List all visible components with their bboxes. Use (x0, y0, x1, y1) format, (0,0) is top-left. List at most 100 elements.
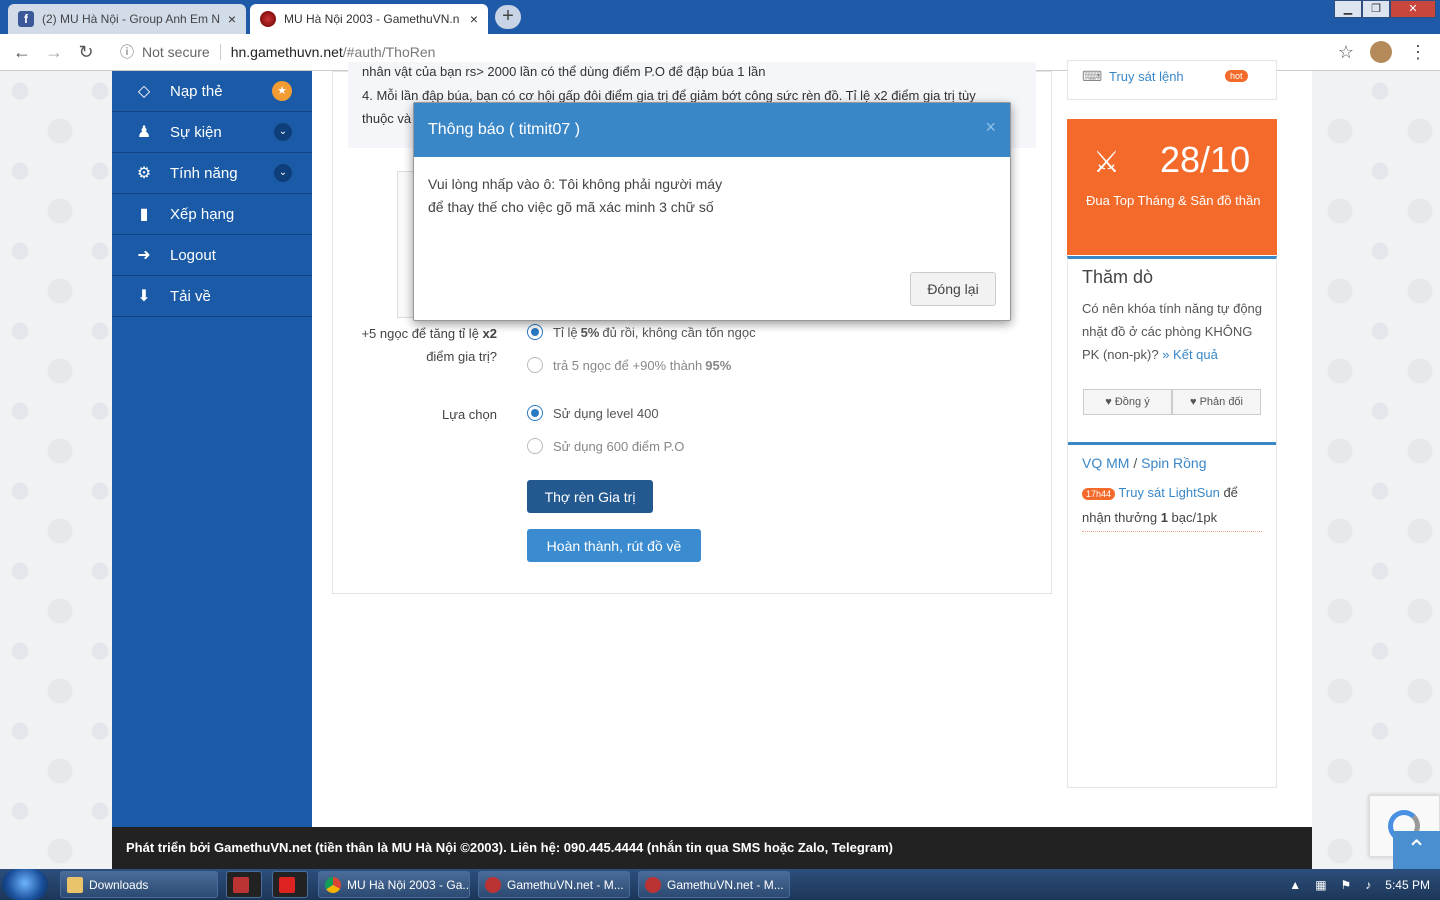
tab-close-icon[interactable]: × (228, 11, 236, 27)
logout-icon: ➜ (137, 247, 151, 264)
option-text: Tỉ lệ (553, 324, 578, 340)
scroll-top-button[interactable]: ⌃ (1393, 831, 1440, 869)
gamepad-icon: ⌨ (1082, 68, 1103, 84)
radio-checked[interactable] (527, 324, 543, 340)
back-button[interactable]: ← (6, 42, 38, 63)
promo-date: 28/10 (1160, 139, 1251, 180)
sidebar-item-nap-the[interactable]: ◇ Nạp thẻ ★ (112, 71, 312, 112)
windows-taskbar: Downloads MU Hà Nội 2003 - Ga... Gamethu… (0, 869, 1440, 900)
sidebar-item-label: Tải về (170, 287, 211, 305)
download-icon: ⬇ (137, 288, 151, 305)
note-line: nhân vật của bạn rs> 2000 lần có thể dùn… (362, 64, 766, 79)
star-badge-icon: ★ (272, 81, 292, 101)
folder-icon (67, 876, 83, 893)
sidebar-item-label: Tính năng (170, 164, 238, 182)
game-app-icon (279, 876, 295, 893)
profile-avatar[interactable] (1370, 41, 1392, 63)
mu-logo-icon (485, 876, 501, 893)
sidebar-item-label: Nạp thẻ (170, 82, 223, 100)
gem-label-text: +5 ngọc để tăng tỉ lệ (361, 326, 483, 341)
start-button[interactable] (2, 869, 48, 900)
tab-facebook[interactable]: f (2) MU Hà Nội - Group Anh Em N × (8, 4, 246, 34)
page-footer: Phát triển bởi GamethuVN.net (tiền thân … (112, 827, 1312, 869)
radio-unchecked[interactable] (527, 357, 543, 373)
warrior-icon: ⚔ (1093, 146, 1120, 179)
modal-close-button[interactable]: Đóng lại (910, 272, 996, 306)
mu-logo-icon (645, 876, 661, 893)
info-icon[interactable]: ⓘ (120, 42, 134, 62)
volume-icon[interactable]: ♪ (1365, 878, 1371, 892)
gem-option-pay-gem[interactable]: trả 5 ngọc để +90% thành 95% (527, 357, 731, 373)
option-text: Sử dụng level 400 (553, 405, 659, 421)
minimize-button[interactable]: ▁ (1334, 0, 1362, 18)
choice-label: Lựa chọn (442, 407, 497, 422)
finish-button[interactable]: Hoàn thành, rút đồ về (527, 529, 701, 562)
sidebar-item-tai-ve[interactable]: ⬇ Tải về (112, 276, 312, 317)
maximize-button[interactable]: ❐ (1362, 0, 1390, 18)
tab-title: MU Hà Nội 2003 - GamethuVN.n (284, 12, 460, 26)
sidebar-item-logout[interactable]: ➜ Logout (112, 235, 312, 276)
network-icon[interactable]: ▦ (1315, 878, 1326, 892)
poll-title: Thăm dò (1082, 267, 1154, 287)
radio-checked[interactable] (527, 405, 543, 421)
window-controls: ▁ ❐ ✕ (1334, 0, 1436, 18)
taskbar-gamethuvn-1[interactable]: GamethuVN.net - M... (478, 871, 630, 898)
truy-sat-link[interactable]: Truy sát lệnh (1109, 69, 1184, 84)
forward-button[interactable]: → (38, 42, 70, 63)
sidebar-item-xep-hang[interactable]: ▮ Xếp hạng (112, 194, 312, 235)
option-text: trả 5 ngọc để +90% thành (553, 357, 703, 373)
modal-title: Thông báo ( titmit07 ) (428, 121, 581, 138)
modal-line: để thay thế cho việc gõ mã xác minh 3 ch… (428, 199, 714, 215)
taskbar-chrome[interactable]: MU Hà Nội 2003 - Ga... (318, 871, 470, 898)
modal-body: Vui lòng nhấp vào ô: Tôi không phải ngườ… (414, 157, 1010, 235)
sidebar-item-label: Logout (170, 246, 216, 264)
taskbar-app-mu[interactable] (226, 871, 262, 898)
close-window-button[interactable]: ✕ (1390, 0, 1436, 18)
bookmark-star-icon[interactable]: ☆ (1330, 42, 1362, 63)
vq-separator: / (1129, 455, 1142, 471)
poll-result-link[interactable]: » Kết quả (1162, 347, 1218, 362)
tray-arrow-icon[interactable]: ▲ (1289, 878, 1301, 892)
taskbar-downloads[interactable]: Downloads (60, 871, 218, 898)
sidebar-item-su-kien[interactable]: ♟ Sự kiện ⌄ (112, 112, 312, 153)
event-link[interactable]: Truy sát LightSun (1118, 485, 1219, 500)
chrome-icon (325, 876, 341, 893)
flag-icon[interactable]: ⚑ (1341, 878, 1352, 892)
bar-chart-icon: ▮ (139, 206, 149, 223)
taskbar-label: Downloads (89, 877, 149, 892)
option-bold: 95% (705, 357, 732, 373)
poll-disagree-button[interactable]: ♥ Phản đối (1172, 389, 1261, 415)
chevron-down-icon: ⌄ (274, 123, 292, 141)
sidebar-item-label: Xếp hạng (170, 205, 235, 223)
close-icon[interactable]: × (985, 117, 996, 138)
taskbar-label: GamethuVN.net - M... (507, 877, 624, 892)
taskbar-label: MU Hà Nội 2003 - Ga... (347, 877, 470, 892)
modal-header: Thông báo ( titmit07 ) × (414, 103, 1010, 157)
security-label: Not secure (142, 44, 221, 60)
browser-menu-icon[interactable]: ⋮ (1402, 42, 1434, 63)
promo-banner[interactable]: ⚔ 28/10 Đua Top Tháng & Săn đồ thần (1067, 119, 1277, 255)
reload-button[interactable]: ↻ (70, 42, 102, 63)
sidebar-item-tinh-nang[interactable]: ⚙ Tính năng ⌄ (112, 153, 312, 194)
clock[interactable]: 5:45 PM (1385, 878, 1430, 892)
gem-option-no-gem[interactable]: Tỉ lệ 5% đủ rồi, không cần tốn ngọc (527, 324, 756, 340)
new-tab-button[interactable]: + (495, 5, 521, 29)
event-entry: 17h44 Truy sát LightSun để nhận thưởng 1… (1082, 481, 1262, 532)
event-text: bạc/1pk (1167, 510, 1218, 525)
gears-icon: ⚙ (136, 165, 152, 182)
taskbar-app-game[interactable] (272, 871, 308, 898)
option-bold: 5% (580, 324, 600, 340)
choice-option-level[interactable]: Sử dụng level 400 (527, 405, 659, 421)
choice-option-po[interactable]: Sử dụng 600 điểm P.O (527, 438, 684, 454)
spin-rong-link[interactable]: Spin Rồng (1141, 455, 1206, 471)
tab-close-icon[interactable]: × (470, 11, 478, 27)
poll-agree-button[interactable]: ♥ Đồng ý (1083, 389, 1172, 415)
tab-mu-hanoi[interactable]: MU Hà Nội 2003 - GamethuVN.n × (250, 4, 488, 34)
vq-mm-link[interactable]: VQ MM (1082, 455, 1129, 471)
taskbar-gamethuvn-2[interactable]: GamethuVN.net - M... (638, 871, 790, 898)
mu-logo-icon (260, 11, 276, 27)
url-path: /#auth/ThoRen (342, 44, 436, 60)
forge-button[interactable]: Thợ rèn Gia trị (527, 480, 653, 513)
truy-sat-card: ⌨ Truy sát lệnh hot (1067, 60, 1277, 100)
radio-unchecked[interactable] (527, 438, 543, 454)
